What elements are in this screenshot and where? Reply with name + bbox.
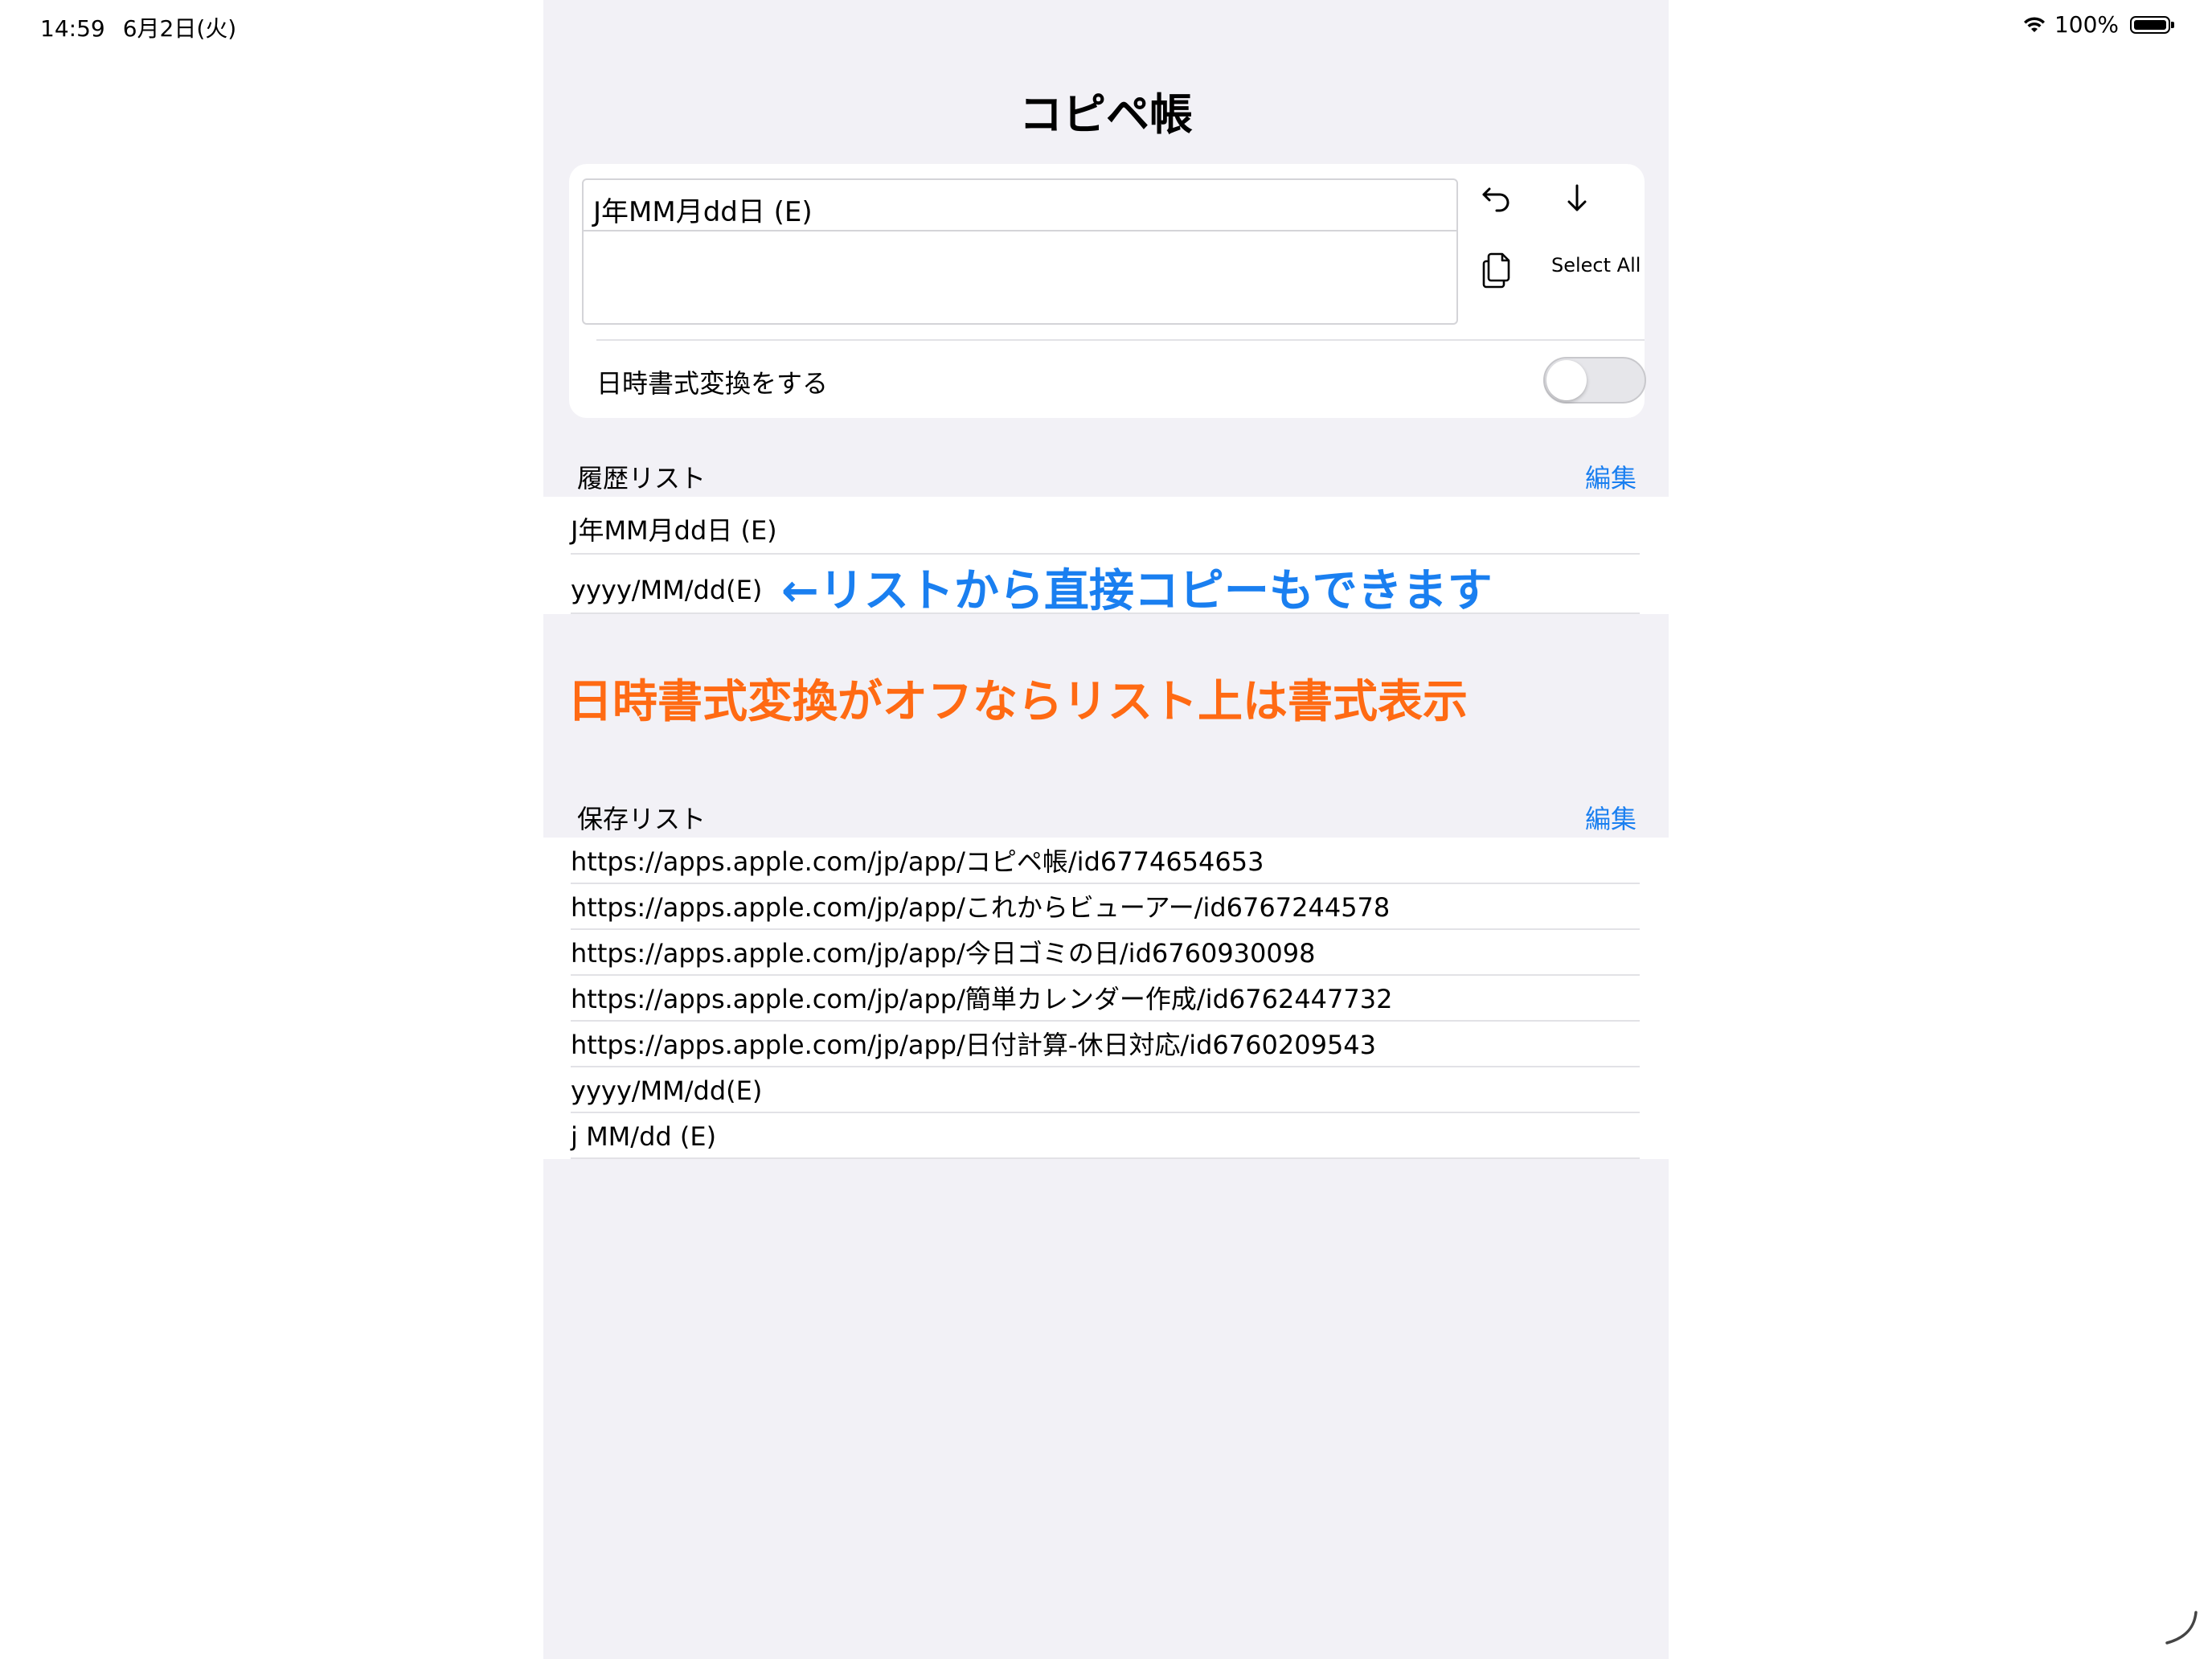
copy-icon: [1482, 252, 1510, 289]
editor-card: J年MM月dd日 (E) Select All 日時書式変換をする: [569, 164, 1646, 418]
divider: [596, 339, 1645, 341]
select-all-button[interactable]: Select All: [1551, 254, 1641, 276]
corner-indicator-icon: [2165, 1611, 2198, 1645]
status-date: 6月2日(火): [122, 15, 237, 42]
copy-button[interactable]: [1473, 248, 1521, 293]
annotation-copy-from-list: ←リストから直接コピーもできます: [781, 565, 1493, 617]
history-edit-button[interactable]: 編集: [1585, 458, 1636, 495]
datetime-format-toggle-label: 日時書式変換をする: [596, 368, 829, 399]
saved-list-header: 保存リスト: [577, 804, 707, 834]
saved-list-item[interactable]: https://apps.apple.com/jp/app/日付計算-休日対応/…: [571, 1022, 1640, 1067]
saved-list-item[interactable]: https://apps.apple.com/jp/app/簡単カレンダー作成/…: [571, 977, 1640, 1022]
wifi-icon: [2023, 16, 2045, 32]
battery-percentage: 100%: [2054, 11, 2119, 38]
status-time: 14:59: [40, 15, 105, 42]
status-bar-time: 14:59 6月2日(火): [40, 11, 236, 43]
datetime-format-toggle[interactable]: [1543, 357, 1646, 403]
undo-button[interactable]: [1474, 178, 1519, 219]
saved-list-item[interactable]: https://apps.apple.com/jp/app/今日ゴミの日/id6…: [571, 931, 1640, 976]
battery-icon: [2130, 15, 2174, 34]
text-editor-value[interactable]: J年MM月dd日 (E): [584, 180, 1456, 231]
annotation-format-display: 日時書式変換がオフならリスト上は書式表示: [567, 676, 1468, 728]
saved-edit-button[interactable]: 編集: [1585, 799, 1636, 836]
status-bar-indicators: 100%: [2022, 11, 2174, 38]
toggle-knob: [1546, 360, 1587, 400]
saved-list: https://apps.apple.com/jp/app/コピペ帳/id677…: [543, 838, 1669, 1159]
saved-list-item[interactable]: j MM/dd (E): [571, 1114, 1640, 1159]
undo-icon: [1482, 187, 1509, 212]
history-list-item[interactable]: J年MM月dd日 (E): [571, 506, 1640, 555]
history-list-header: 履歴リスト: [577, 463, 707, 494]
saved-list-item[interactable]: yyyy/MM/dd(E): [571, 1068, 1640, 1113]
paste-down-button[interactable]: [1555, 178, 1600, 219]
arrow-down-icon: [1567, 184, 1587, 211]
app-panel: コピペ帳 J年MM月dd日 (E) Select All 日時書式変換をする 履…: [543, 0, 1669, 1659]
text-editor[interactable]: J年MM月dd日 (E): [582, 178, 1458, 325]
saved-list-item[interactable]: https://apps.apple.com/jp/app/これからビューアー/…: [571, 885, 1640, 930]
page-title: コピペ帳: [1019, 89, 1193, 140]
saved-list-item[interactable]: https://apps.apple.com/jp/app/コピペ帳/id677…: [571, 839, 1640, 884]
